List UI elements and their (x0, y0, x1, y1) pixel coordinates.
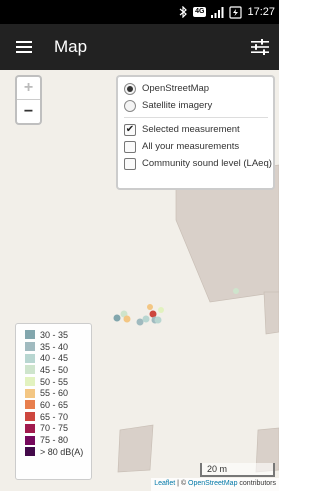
legend-item: > 80 dB(A) (25, 446, 91, 458)
building (117, 424, 154, 473)
legend-swatch (25, 330, 35, 340)
radio-button[interactable] (124, 82, 136, 95)
legend-item: 45 - 50 (25, 364, 91, 376)
status-bar: 4G 17:27 (0, 0, 279, 24)
hamburger-menu-icon (16, 41, 32, 53)
map-attribution: Leaflet | © OpenStreetMap contributors (151, 478, 279, 491)
legend-swatch (25, 423, 35, 433)
legend-label: 55 - 60 (40, 388, 69, 399)
map-view[interactable]: + − OpenStreetMap Satellite imagery ✔ Se… (0, 70, 279, 491)
leaflet-link[interactable]: Leaflet (154, 480, 175, 487)
legend-swatch (25, 365, 35, 375)
legend-swatch (25, 353, 35, 363)
layers-divider (124, 117, 268, 118)
overlay-community-sound-level[interactable]: Community sound level (LAeq) (124, 155, 273, 172)
legend-label: 75 - 80 (40, 435, 69, 446)
app-bar: Map (0, 24, 279, 70)
legend-label: 45 - 50 (40, 364, 69, 375)
legend-item: 50 - 55 (25, 376, 91, 388)
checkbox[interactable] (124, 140, 136, 153)
zoom-control: + − (15, 75, 42, 125)
legend-swatch (25, 412, 35, 422)
legend-swatch (25, 435, 35, 445)
sound-level-legend: 30 - 35 35 - 40 40 - 45 45 - 50 50 - 55 … (15, 323, 92, 480)
radio-button[interactable] (124, 99, 136, 112)
legend-label: > 80 dB(A) (40, 446, 84, 457)
checkbox-checked[interactable]: ✔ (124, 123, 136, 136)
legend-swatch (25, 377, 35, 387)
attribution-separator: | © (175, 480, 189, 487)
checkbox[interactable] (124, 157, 136, 170)
overlay-label: Selected measurement (142, 124, 240, 135)
overlay-all-measurements[interactable]: All your measurements (124, 138, 273, 155)
legend-label: 30 - 35 (40, 329, 69, 340)
base-layer-label: OpenStreetMap (142, 83, 210, 94)
legend-label: 70 - 75 (40, 423, 69, 434)
legend-item: 35 - 40 (25, 341, 91, 353)
legend-swatch (25, 388, 35, 398)
legend-label: 35 - 40 (40, 341, 69, 352)
clock: 17:27 (247, 6, 275, 18)
network-type-badge: 4G (193, 7, 207, 17)
zoom-out-button[interactable]: − (17, 100, 40, 123)
menu-button[interactable] (0, 24, 48, 70)
legend-item: 40 - 45 (25, 352, 91, 364)
legend-item: 70 - 75 (25, 423, 91, 435)
attribution-suffix: contributors (237, 480, 276, 487)
building (263, 291, 279, 335)
signal-icon (211, 6, 224, 18)
legend-item: 60 - 65 (25, 399, 91, 411)
legend-swatch (25, 342, 35, 352)
overlay-selected-measurement[interactable]: ✔ Selected measurement (124, 121, 273, 138)
legend-label: 40 - 45 (40, 353, 69, 364)
legend-label: 65 - 70 (40, 411, 69, 422)
base-layer-osm[interactable]: OpenStreetMap (124, 80, 273, 97)
legend-swatch (25, 447, 35, 457)
legend-label: 60 - 65 (40, 399, 69, 410)
overlay-label: Community sound level (LAeq) (142, 158, 272, 169)
tune-sliders-icon (251, 39, 269, 55)
page-title: Map (54, 37, 88, 56)
scale-bar: 20 m (200, 463, 275, 477)
layers-control: OpenStreetMap Satellite imagery ✔ Select… (116, 75, 275, 190)
base-layer-satellite[interactable]: Satellite imagery (124, 97, 273, 114)
legend-item: 75 - 80 (25, 434, 91, 446)
legend-item: 55 - 60 (25, 387, 91, 399)
zoom-in-button[interactable]: + (17, 77, 40, 100)
battery-icon (229, 5, 243, 19)
legend-item: 30 - 35 (25, 329, 91, 341)
bluetooth-icon (179, 6, 188, 18)
legend-label: 50 - 55 (40, 376, 69, 387)
overlay-label: All your measurements (142, 141, 240, 152)
legend-item: 65 - 70 (25, 411, 91, 423)
openstreetmap-link[interactable]: OpenStreetMap (188, 480, 237, 487)
base-layer-label: Satellite imagery (142, 100, 213, 111)
legend-swatch (25, 400, 35, 410)
map-settings-button[interactable] (247, 35, 273, 59)
